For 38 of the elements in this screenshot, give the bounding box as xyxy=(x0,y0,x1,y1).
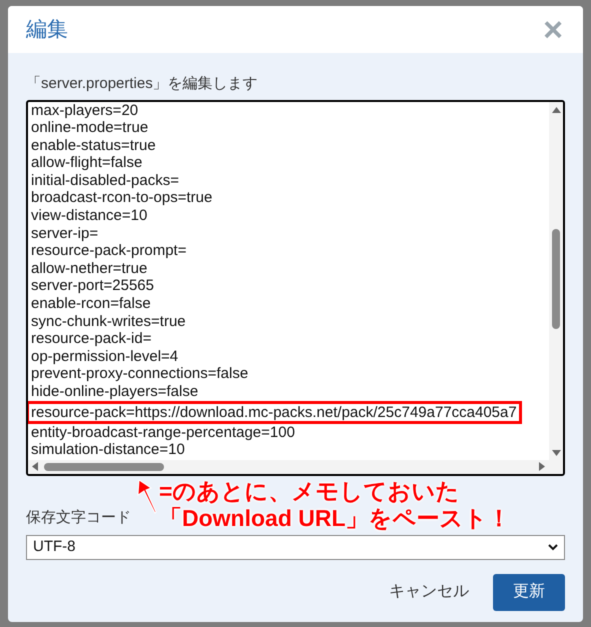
config-line: view-distance=10 xyxy=(31,207,148,225)
config-line: sync-chunk-writes=true xyxy=(31,312,186,330)
scroll-right-icon[interactable] xyxy=(539,462,545,471)
encoding-select[interactable]: UTF-8 xyxy=(26,534,565,560)
config-line: enable-status=true xyxy=(31,136,156,154)
config-line: broadcast-rcon-to-ops=true xyxy=(31,189,212,208)
config-line: server-port=25565 xyxy=(31,277,154,296)
dialog-title: 編集 xyxy=(26,16,68,43)
config-line: hide-online-players=false xyxy=(31,383,198,401)
config-line: max-players=20 xyxy=(31,102,138,120)
config-line: op-permission-level=4 xyxy=(31,348,178,366)
config-line: server-ip= xyxy=(31,224,98,242)
encoding-label: 保存文字コード xyxy=(26,508,131,528)
config-line: allow-flight=false xyxy=(31,154,142,172)
vertical-scrollbar[interactable] xyxy=(549,102,563,460)
scroll-down-icon[interactable] xyxy=(552,450,560,456)
callout-text: 「Download URL」をペースト！ xyxy=(159,504,511,532)
config-line: resource-pack-prompt= xyxy=(31,242,186,260)
config-line: prevent-proxy-connections=false xyxy=(31,365,248,383)
text-area[interactable] xyxy=(26,100,565,476)
cancel-button[interactable]: キャンセル xyxy=(387,574,471,610)
config-line: enable-rcon=false xyxy=(31,295,151,313)
chevron-down-icon xyxy=(548,544,558,550)
config-line: simulation-distance=10 xyxy=(31,441,185,459)
scroll-thumb[interactable] xyxy=(552,228,560,328)
scroll-up-icon[interactable] xyxy=(552,106,560,112)
config-line: initial-disabled-packs= xyxy=(31,172,179,190)
config-line: resource-pack-id= xyxy=(31,330,152,348)
horizontal-scrollbar[interactable] xyxy=(28,460,563,474)
config-line: entity-broadcast-range-percentage=100 xyxy=(31,424,295,442)
scroll-left-icon[interactable] xyxy=(32,462,38,471)
arrow-icon xyxy=(135,480,157,514)
callout-text: =のあとに、メモしておいた xyxy=(159,478,460,504)
config-line: allow-nether=true xyxy=(31,260,148,278)
config-line: online-mode=true xyxy=(31,119,148,137)
scroll-thumb[interactable] xyxy=(44,462,164,470)
update-button[interactable]: 更新 xyxy=(493,574,565,610)
editor-label: 「server.properties」を編集します xyxy=(26,74,259,94)
